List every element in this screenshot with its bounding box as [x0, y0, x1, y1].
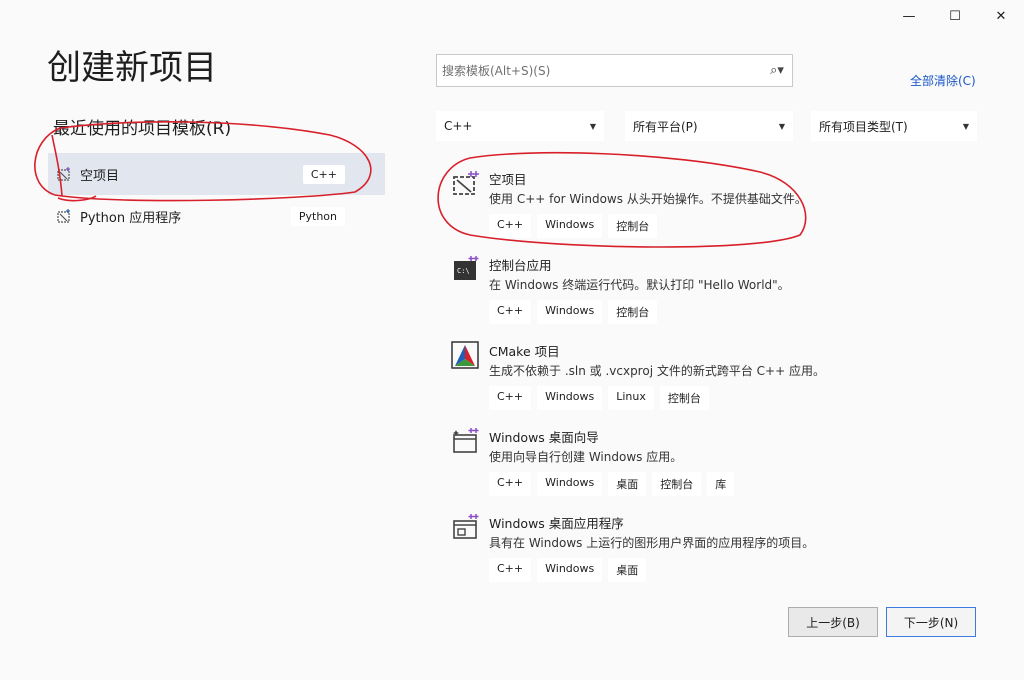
template-description: 在 Windows 终端运行代码。默认打印 "Hello World"。 [489, 278, 790, 292]
recent-templates-list: 空项目 C++ Python 应用程序 Python [48, 153, 385, 237]
empty-project-icon [453, 171, 479, 195]
template-tag: 桌面 [608, 472, 647, 496]
maximize-button[interactable]: ☐ [932, 0, 978, 32]
template-tag: 控制台 [652, 472, 702, 496]
template-tag: Windows [537, 558, 603, 582]
project-type-filter-dropdown[interactable]: 所有项目类型(T) ▼ [811, 111, 977, 141]
template-tag: C++ [489, 300, 532, 324]
page-title: 创建新项目 [47, 48, 217, 88]
minimize-button[interactable]: — [886, 0, 932, 32]
template-item-cmake-project[interactable]: CMake 项目 生成不依赖于 .sln 或 .vcxproj 文件的新式跨平台… [448, 337, 988, 423]
empty-project-icon [57, 167, 70, 181]
template-description: 使用 C++ for Windows 从头开始操作。不提供基础文件。 [489, 192, 807, 206]
template-tags: C++ Windows 控制台 [489, 300, 658, 324]
desktop-wizard-icon [453, 428, 479, 453]
chevron-down-icon: ▼ [962, 121, 969, 131]
cmake-icon [451, 341, 479, 369]
template-tag: C++ [489, 558, 532, 582]
template-description: 具有在 Windows 上运行的图形用户界面的应用程序的项目。 [489, 536, 815, 550]
console-app-icon: C:\ [454, 256, 479, 280]
template-tag: 控制台 [608, 214, 658, 238]
chevron-down-icon: ▼ [778, 121, 785, 131]
template-search-box: ⌕▾ [436, 54, 793, 87]
python-app-icon [57, 209, 70, 223]
recent-item-tag: C++ [302, 164, 345, 184]
template-description: 使用向导自行创建 Windows 应用。 [489, 450, 683, 464]
template-name: 控制台应用 [489, 258, 552, 273]
search-input[interactable] [437, 63, 762, 78]
platform-filter-dropdown[interactable]: 所有平台(P) ▼ [625, 111, 793, 141]
template-name: Windows 桌面应用程序 [489, 516, 624, 531]
close-button[interactable]: ✕ [978, 0, 1024, 32]
template-list: 空项目 使用 C++ for Windows 从头开始操作。不提供基础文件。 C… [448, 165, 988, 595]
template-tags: C++ Windows Linux 控制台 [489, 386, 709, 410]
template-tag: 控制台 [659, 386, 709, 410]
template-tags: C++ Windows 桌面 [489, 558, 647, 582]
language-filter-value: C++ [444, 119, 473, 133]
language-filter-dropdown[interactable]: C++ ▼ [436, 111, 604, 141]
recent-templates-title: 最近使用的项目模板(R) [53, 119, 232, 139]
clear-all-link[interactable]: 全部清除(C) [910, 72, 976, 89]
template-tag: C++ [489, 472, 532, 496]
template-item-desktop-wizard[interactable]: Windows 桌面向导 使用向导自行创建 Windows 应用。 C++ Wi… [448, 423, 988, 509]
template-name: Windows 桌面向导 [489, 430, 599, 445]
template-item-desktop-app[interactable]: Windows 桌面应用程序 具有在 Windows 上运行的图形用户界面的应用… [448, 509, 988, 595]
template-tags: C++ Windows 控制台 [489, 214, 658, 238]
svg-text:C:\: C:\ [457, 267, 470, 275]
search-icon[interactable]: ⌕▾ [762, 63, 792, 78]
recent-item-empty-project[interactable]: 空项目 C++ [48, 153, 385, 195]
platform-filter-value: 所有平台(P) [633, 119, 698, 134]
project-type-filter-value: 所有项目类型(T) [819, 119, 908, 134]
template-tag: C++ [489, 214, 532, 238]
recent-item-tag: Python [290, 206, 345, 226]
template-item-console-app[interactable]: C:\ 控制台应用 在 Windows 终端运行代码。默认打印 "Hello W… [448, 251, 988, 337]
template-description: 生成不依赖于 .sln 或 .vcxproj 文件的新式跨平台 C++ 应用。 [489, 364, 825, 378]
next-button[interactable]: 下一步(N) [886, 607, 976, 637]
template-tags: C++ Windows 桌面 控制台 库 [489, 472, 735, 496]
template-tag: Windows [537, 214, 603, 238]
template-tag: 库 [707, 472, 735, 496]
template-item-empty-project[interactable]: 空项目 使用 C++ for Windows 从头开始操作。不提供基础文件。 C… [448, 165, 988, 251]
template-tag: 控制台 [608, 300, 658, 324]
template-tag: Linux [608, 386, 654, 410]
desktop-app-icon [453, 514, 479, 539]
template-tag: 桌面 [608, 558, 647, 582]
template-tag: Windows [537, 386, 603, 410]
template-name: CMake 项目 [489, 344, 560, 359]
template-name: 空项目 [489, 172, 527, 187]
back-button[interactable]: 上一步(B) [788, 607, 878, 637]
template-tag: Windows [537, 300, 603, 324]
recent-item-python-app[interactable]: Python 应用程序 Python [48, 195, 385, 237]
template-tag: Windows [537, 472, 603, 496]
window-controls: — ☐ ✕ [886, 0, 1024, 32]
chevron-down-icon: ▼ [589, 121, 596, 131]
template-tag: C++ [489, 386, 532, 410]
